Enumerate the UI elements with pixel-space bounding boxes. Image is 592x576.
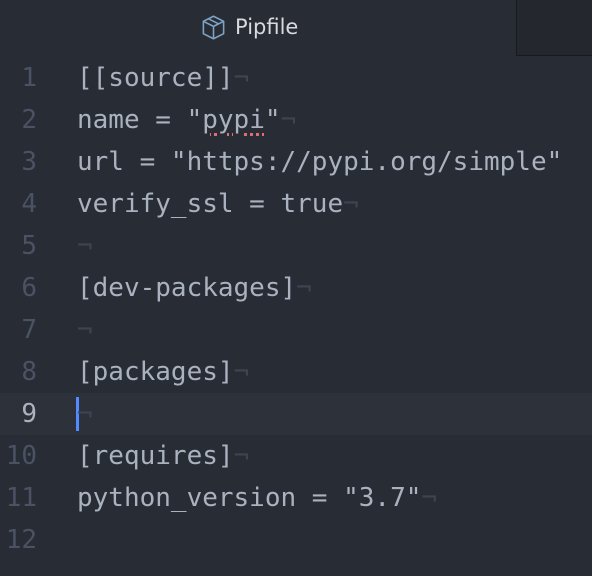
- spellcheck-error: pypi: [202, 105, 265, 135]
- tab-bar-empty-area: [516, 0, 592, 56]
- eol-marker: ¬: [233, 63, 250, 93]
- eol-marker: ¬: [296, 273, 312, 303]
- line-number: 9: [21, 399, 37, 429]
- package-icon: [202, 14, 225, 40]
- line-text: ¬: [77, 309, 93, 351]
- line-text: [[source]]¬: [77, 63, 250, 93]
- tab-title-group: Pipfile: [200, 12, 298, 42]
- code-line[interactable]: 1 [[source]]¬: [0, 57, 592, 99]
- eol-marker: ¬: [233, 357, 250, 387]
- tab-label: Pipfile: [235, 15, 299, 39]
- line-text: url = "https://pypi.org/simple": [77, 147, 563, 177]
- line-number: 10: [5, 441, 37, 471]
- line-number: 1: [21, 63, 37, 93]
- tab-pipfile[interactable]: Pipfile: [0, 0, 516, 56]
- code-line[interactable]: 10 [requires]¬: [0, 435, 592, 477]
- line-text: [dev-packages]¬: [77, 273, 312, 303]
- line-number: 12: [5, 525, 37, 555]
- eol-marker: ¬: [343, 189, 359, 219]
- code-line[interactable]: 3 url = "https://pypi.org/simple": [0, 141, 592, 183]
- eol-marker: ¬: [280, 105, 297, 135]
- line-number: 8: [21, 357, 37, 387]
- code-line-current[interactable]: 9 ¬: [0, 393, 592, 435]
- line-number: 7: [21, 315, 37, 345]
- eol-marker: ¬: [77, 315, 93, 345]
- tab-bar: Pipfile: [0, 0, 592, 56]
- line-text: name = "pypi"¬: [77, 105, 297, 135]
- eol-marker: ¬: [421, 483, 438, 513]
- line-number: 6: [21, 273, 37, 303]
- eol-marker: ¬: [77, 231, 93, 261]
- code-line[interactable]: 7 ¬: [0, 309, 592, 351]
- line-text: python_version = "3.7"¬: [77, 483, 438, 513]
- line-text: [requires]¬: [77, 441, 250, 471]
- code-line[interactable]: 11 python_version = "3.7"¬: [0, 477, 592, 519]
- code-line[interactable]: 4 verify_ssl = true¬: [0, 183, 592, 225]
- code-line[interactable]: 2 name = "pypi"¬: [0, 99, 592, 141]
- line-text: ¬: [77, 225, 93, 267]
- line-number: 2: [21, 105, 37, 135]
- code-editor[interactable]: 1 [[source]]¬ 2 name = "pypi"¬ 3 url = "…: [0, 57, 592, 576]
- line-text: [packages]¬: [77, 357, 250, 387]
- code-line[interactable]: 8 [packages]¬: [0, 351, 592, 393]
- line-number: 3: [21, 147, 37, 177]
- line-text: ¬: [77, 393, 93, 435]
- code-line[interactable]: 12: [0, 519, 592, 561]
- line-number: 4: [21, 189, 37, 219]
- line-number: 11: [5, 483, 37, 513]
- eol-marker: ¬: [77, 399, 93, 429]
- code-line[interactable]: 5 ¬: [0, 225, 592, 267]
- eol-marker: ¬: [233, 441, 250, 471]
- code-line[interactable]: 6 [dev-packages]¬: [0, 267, 592, 309]
- line-text: verify_ssl = true¬: [77, 189, 359, 219]
- line-number: 5: [21, 231, 37, 261]
